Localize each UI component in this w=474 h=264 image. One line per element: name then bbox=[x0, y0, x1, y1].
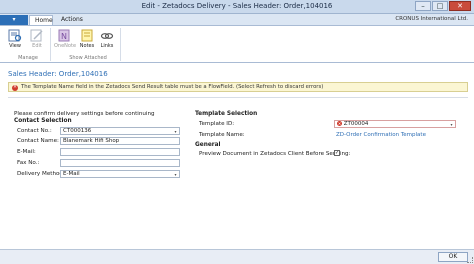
view-button-label: View bbox=[9, 43, 21, 49]
contact-selection-heading: Contact Selection bbox=[14, 118, 72, 124]
edit-button-label: Edit bbox=[32, 43, 42, 49]
preview-document-checkbox[interactable]: ✓ bbox=[334, 150, 340, 156]
divider bbox=[8, 97, 468, 98]
ribbon: View Edit N OneNote Notes Links Manage S… bbox=[0, 25, 474, 63]
chevron-down-icon[interactable]: ▾ bbox=[173, 172, 178, 177]
edit-icon bbox=[30, 29, 44, 42]
general-heading: General bbox=[195, 142, 221, 148]
ribbon-group-separator bbox=[120, 28, 121, 61]
manage-group-label: Manage bbox=[18, 55, 38, 61]
view-icon bbox=[8, 29, 22, 42]
close-button[interactable]: ✕ bbox=[449, 1, 471, 11]
template-name-label: Template Name: bbox=[199, 132, 245, 138]
instructions-text: Please confirm delivery settings before … bbox=[14, 111, 155, 117]
template-id-field[interactable]: ✕ ZT00004 ▾ bbox=[334, 120, 456, 128]
contact-name-value: Blanemark Hifi Shop bbox=[63, 138, 120, 144]
error-icon: ✕ bbox=[337, 121, 342, 126]
dropdown-arrow-icon[interactable]: ▾ bbox=[173, 129, 178, 134]
view-button[interactable]: View bbox=[5, 28, 25, 52]
company-name: CRONUS International Ltd. bbox=[395, 16, 468, 22]
ok-button[interactable]: OK bbox=[438, 252, 468, 262]
links-button[interactable]: Links bbox=[97, 28, 117, 52]
links-button-label: Links bbox=[100, 43, 114, 49]
delivery-method-label: Delivery Method: bbox=[17, 171, 65, 177]
fax-no-label: Fax No.: bbox=[17, 160, 40, 166]
ribbon-tab-bar: ▾ Home Actions CRONUS International Ltd. bbox=[0, 14, 474, 25]
template-selection-heading: Template Selection bbox=[195, 111, 258, 117]
email-field[interactable] bbox=[60, 148, 180, 156]
title-bar: Edit - Zetadocs Delivery - Sales Header:… bbox=[0, 0, 474, 14]
application-menu-tab[interactable]: ▾ bbox=[0, 15, 28, 25]
error-text: The Template Name field in the Zetadocs … bbox=[21, 84, 324, 90]
error-icon: ✕ bbox=[12, 85, 18, 91]
contact-name-label: Contact Name: bbox=[17, 138, 59, 144]
resize-grip-icon[interactable] bbox=[467, 257, 473, 263]
links-icon bbox=[100, 29, 114, 42]
tab-actions[interactable]: Actions bbox=[56, 15, 86, 25]
show-attached-group-label: Show Attached bbox=[69, 55, 107, 61]
maximize-button[interactable]: □ bbox=[432, 1, 448, 11]
template-name-link[interactable]: ZD-Order Confirmation Template bbox=[336, 132, 426, 138]
page-title: Sales Header: Order,104016 bbox=[8, 70, 108, 78]
notes-button-label: Notes bbox=[79, 43, 95, 49]
window-title: Edit - Zetadocs Delivery - Sales Header:… bbox=[141, 2, 333, 10]
dropdown-arrow-icon[interactable]: ▾ bbox=[449, 122, 454, 127]
onenote-button[interactable]: N OneNote bbox=[54, 28, 77, 52]
notes-icon bbox=[80, 29, 94, 42]
contact-no-value: CT000136 bbox=[63, 128, 92, 134]
onenote-button-label: OneNote bbox=[54, 43, 77, 49]
template-id-value: ZT00004 bbox=[343, 121, 369, 127]
error-message: ✕ The Template Name field in the Zetadoc… bbox=[8, 82, 468, 92]
preview-document-label: Preview Document in Zetadocs Client Befo… bbox=[199, 151, 351, 157]
ribbon-group-separator bbox=[50, 28, 51, 61]
notes-button[interactable]: Notes bbox=[77, 28, 97, 52]
tab-home[interactable]: Home bbox=[29, 15, 53, 25]
svg-text:N: N bbox=[61, 32, 67, 41]
template-id-label: Template ID: bbox=[199, 121, 235, 127]
delivery-method-value: E-Mail bbox=[63, 171, 80, 177]
email-label: E-Mail: bbox=[17, 149, 36, 155]
fax-no-field[interactable] bbox=[60, 159, 180, 167]
contact-no-label: Contact No.: bbox=[17, 128, 52, 134]
contact-no-field[interactable]: CT000136 ▾ bbox=[60, 127, 180, 135]
contact-name-field[interactable]: Blanemark Hifi Shop bbox=[60, 137, 180, 145]
onenote-icon: N bbox=[57, 29, 71, 42]
edit-button[interactable]: Edit bbox=[27, 28, 47, 52]
delivery-method-select[interactable]: E-Mail ▾ bbox=[60, 170, 180, 178]
page-content: Sales Header: Order,104016 ✕ The Templat… bbox=[0, 63, 474, 249]
minimize-button[interactable]: – bbox=[415, 1, 431, 11]
status-bar: OK bbox=[0, 249, 474, 264]
